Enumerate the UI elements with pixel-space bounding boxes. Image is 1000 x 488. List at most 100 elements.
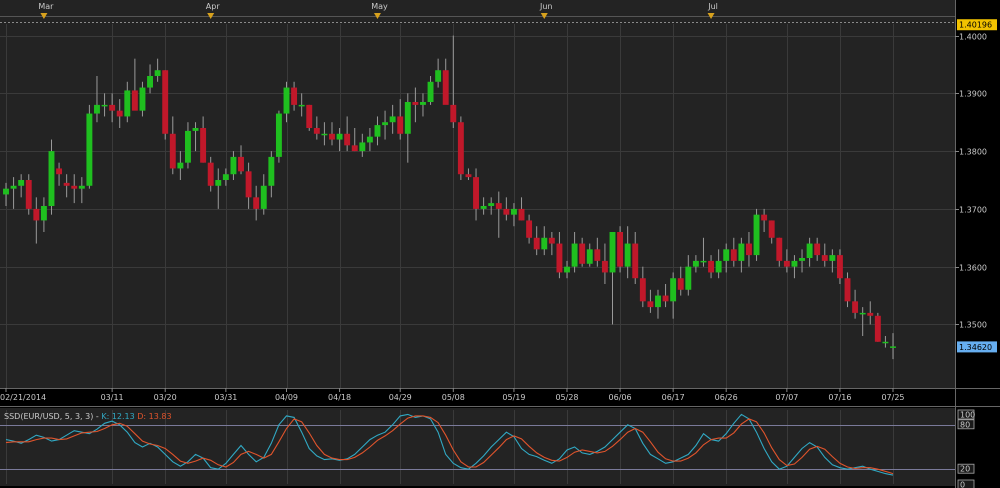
candle-body <box>647 301 654 308</box>
price-tick-label: 1.3800 <box>959 148 987 157</box>
chart-svg: Mar Apr May Jun Jul 1.4000 1.3900 1.3800 1.3700… <box>0 0 1000 488</box>
candle-body <box>844 278 851 302</box>
candle <box>753 208 760 261</box>
last-price-label: 1.34620 <box>957 341 997 353</box>
indicator-d-value: D: 13.83 <box>137 412 171 421</box>
price-tick-label: 1.3600 <box>959 264 987 273</box>
candle-body <box>457 122 464 175</box>
candle-body <box>184 130 191 163</box>
candle-body <box>715 260 722 273</box>
candle-body <box>63 182 70 186</box>
indicator-tick: 80 <box>957 419 975 429</box>
candle-body <box>374 125 381 137</box>
candle-body <box>632 243 639 279</box>
candle-body <box>207 162 214 186</box>
price-tick-label: 1.3900 <box>959 90 987 99</box>
month-label: Jul <box>707 2 718 11</box>
candle-body <box>836 255 843 279</box>
candle-body <box>313 128 320 134</box>
candle-body <box>10 185 17 189</box>
candle-body <box>882 341 889 344</box>
date-tick-label: 06/17 <box>662 393 685 402</box>
candle-body <box>33 208 40 221</box>
candle-body <box>131 90 138 111</box>
candle-body <box>366 136 373 143</box>
candle-body <box>101 104 108 107</box>
candle-body <box>329 133 335 140</box>
candle-body <box>230 156 237 175</box>
candle-body <box>450 104 457 123</box>
candle-body <box>86 113 93 186</box>
candle-body <box>215 180 222 186</box>
candle <box>457 116 464 180</box>
candle-body <box>116 110 123 117</box>
date-tick-label: 07/16 <box>828 393 851 402</box>
high-price-label: 1.40196 <box>957 19 997 31</box>
candle-body <box>298 104 305 107</box>
candle-body <box>78 185 85 189</box>
candle-body <box>268 156 275 186</box>
candle-body <box>548 237 555 244</box>
candle-body <box>306 104 313 128</box>
candle-body <box>169 133 176 169</box>
candle-body <box>435 70 442 82</box>
candle-body <box>768 220 775 238</box>
candle-body <box>761 214 768 221</box>
candle-body <box>670 278 677 302</box>
candle-body <box>397 116 404 134</box>
candle-body <box>874 315 881 342</box>
date-tick-label: 04/29 <box>389 393 412 402</box>
candle-body <box>556 243 563 273</box>
candle-body <box>753 214 760 256</box>
month-label: Mar <box>38 2 54 11</box>
candle-body <box>708 260 715 273</box>
candle-body <box>321 133 328 136</box>
candle-body <box>480 206 487 209</box>
candle-body <box>776 237 783 261</box>
candle-body <box>533 237 540 250</box>
date-tick-label: 02/21/2014 <box>0 393 46 402</box>
candle-body <box>867 312 874 316</box>
candle-body <box>488 203 495 206</box>
candle-body <box>829 255 836 261</box>
indicator-tick: 100 <box>957 409 975 420</box>
candle-body <box>730 249 737 261</box>
candle-body <box>124 90 131 117</box>
candle-body <box>571 243 578 267</box>
date-tick-label: 04/18 <box>328 393 351 402</box>
candle-body <box>746 243 752 256</box>
candle-body <box>238 156 244 172</box>
candle-body <box>427 81 434 102</box>
candle-body <box>442 70 449 105</box>
candle-body <box>692 260 699 267</box>
candle-body <box>351 145 358 152</box>
candle-body <box>139 87 146 111</box>
date-tick-label: 05/19 <box>502 393 525 402</box>
month-label: Jun <box>539 2 553 11</box>
candle-body <box>389 116 396 123</box>
candle-body <box>56 168 63 175</box>
candle-body <box>260 185 267 209</box>
candle-body <box>465 174 472 178</box>
candle-body <box>18 180 25 186</box>
candle <box>25 174 32 215</box>
candle-body <box>109 104 116 111</box>
indicator-tick-label: 100 <box>960 411 975 420</box>
candle <box>874 312 881 342</box>
candle-body <box>71 185 78 189</box>
indicator-tick: 20 <box>957 463 975 474</box>
high-price-text: 1.40196 <box>959 21 992 30</box>
candle <box>275 110 282 163</box>
date-tick-label: 07/25 <box>881 393 904 402</box>
candle-body <box>275 113 282 157</box>
last-price-text: 1.34620 <box>959 343 992 352</box>
indicator-k-value: K: 12.13 <box>101 412 137 421</box>
candle-body <box>253 197 260 209</box>
candle-body <box>495 203 502 209</box>
date-tick-label: 03/31 <box>214 393 237 402</box>
candle-body <box>40 206 47 221</box>
candle-body <box>412 102 419 105</box>
candle-body <box>806 243 813 258</box>
candle-body <box>420 102 426 105</box>
candle-body <box>283 87 290 114</box>
